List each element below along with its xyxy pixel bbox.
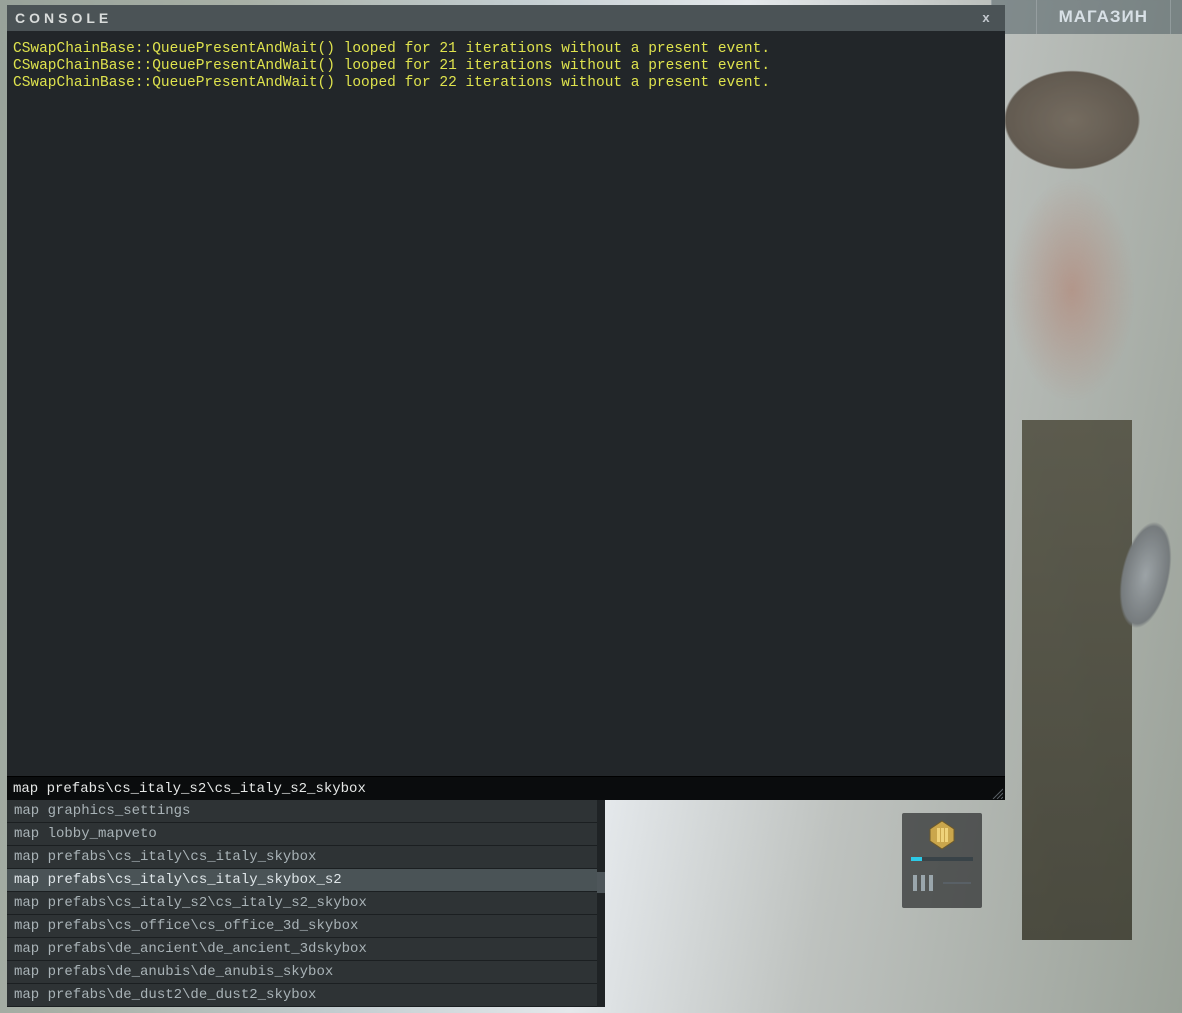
console-log-line: CSwapChainBase::QueuePresentAndWait() lo… <box>13 41 999 58</box>
console-log-line: CSwapChainBase::QueuePresentAndWait() lo… <box>13 75 999 92</box>
console-log-line: CSwapChainBase::QueuePresentAndWait() lo… <box>13 58 999 75</box>
autocomplete-item[interactable]: map prefabs\cs_italy_s2\cs_italy_s2_skyb… <box>7 892 605 915</box>
autocomplete-scrollbar[interactable] <box>597 800 605 1007</box>
autocomplete-item[interactable]: map graphics_settings <box>7 800 605 823</box>
rank-stripes-icon <box>913 875 971 891</box>
rank-progress-bar <box>911 857 973 861</box>
console-title-text: CONSOLE <box>15 10 112 26</box>
close-icon: x <box>982 10 993 25</box>
autocomplete-item[interactable]: map prefabs\cs_italy\cs_italy_skybox <box>7 846 605 869</box>
topnav: МАГАЗИН <box>991 0 1182 34</box>
autocomplete-dropdown: map graphics_settingsmap lobby_mapvetoma… <box>7 800 605 1007</box>
console-log-area[interactable]: CSwapChainBase::QueuePresentAndWait() lo… <box>7 31 1005 776</box>
autocomplete-item[interactable]: map prefabs\de_anubis\de_anubis_skybox <box>7 961 605 984</box>
topnav-divider <box>1170 0 1182 34</box>
autocomplete-item[interactable]: map lobby_mapveto <box>7 823 605 846</box>
autocomplete-item[interactable]: map prefabs\cs_italy\cs_italy_skybox_s2 <box>7 869 605 892</box>
rank-widget <box>902 813 982 908</box>
autocomplete-item[interactable]: map prefabs\cs_office\cs_office_3d_skybo… <box>7 915 605 938</box>
rank-badge-icon <box>920 819 964 851</box>
console-titlebar[interactable]: CONSOLE x <box>7 5 1005 31</box>
topnav-shop-label: МАГАЗИН <box>1059 7 1148 27</box>
console-input[interactable] <box>13 781 999 797</box>
autocomplete-item[interactable]: map prefabs\de_ancient\de_ancient_3dskyb… <box>7 938 605 961</box>
console-input-row <box>7 776 1005 800</box>
topnav-shop[interactable]: МАГАЗИН <box>1036 0 1170 34</box>
autocomplete-item[interactable]: map prefabs\de_dust2\de_dust2_skybox <box>7 984 605 1007</box>
autocomplete-scroll-thumb[interactable] <box>597 872 605 893</box>
console-window: CONSOLE x CSwapChainBase::QueuePresentAn… <box>7 5 1005 800</box>
console-close-button[interactable]: x <box>979 8 997 26</box>
